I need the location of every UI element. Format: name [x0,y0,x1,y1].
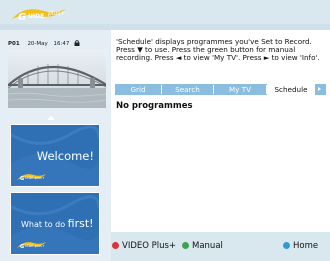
welcome-card[interactable]: Welcome! G UIDE plus+ [10,124,100,187]
card-guide-logo: G UIDE plus+ [17,242,46,250]
tab-next-arrow-icon[interactable] [318,87,321,91]
tab-grid[interactable]: Grid [115,84,161,95]
svg-text:G: G [20,244,24,250]
blue-button-icon [283,241,290,249]
schedule-description: 'Schedule' displays programmes you've Se… [116,37,320,63]
manual-label: Manual [192,241,223,251]
date-label: 20-May [27,40,48,47]
what-to-do-text: What to do first! [21,217,94,230]
svg-text:UIDE: UIDE [28,13,44,20]
svg-text:UIDE plus+: UIDE plus+ [25,244,45,248]
what-to-do-first-card[interactable]: What to do first! G UIDE plus+ [10,192,100,255]
channel-number: P01 [8,40,20,47]
svg-text:plus+: plus+ [47,10,65,17]
svg-text:G: G [20,176,24,182]
video-plus-label: VIDEO Plus+ [122,241,177,251]
card-guide-logo: G UIDE plus+ [17,174,46,182]
tab-my-tv[interactable]: My TV [214,84,266,95]
tv-preview-image [8,50,106,108]
tab-schedule[interactable]: Schedule [267,84,315,95]
home-button[interactable]: Home [283,241,318,251]
time-label: 16:47 [53,40,70,47]
svg-text:UIDE plus+: UIDE plus+ [25,176,45,180]
lock-icon [74,40,80,46]
guide-plus-logo: G UIDE plus+ [12,9,66,23]
svg-text:G: G [18,12,26,23]
tab-search[interactable]: Search [162,84,213,95]
header-bar: G UIDE plus+ [0,0,330,30]
welcome-text: Welcome! [36,149,94,163]
red-button-icon [112,241,119,249]
video-plus-button[interactable]: VIDEO Plus+ [112,241,176,251]
manual-button[interactable]: Manual [182,241,223,251]
green-button-icon [182,241,189,249]
empty-schedule-message: No programmes [116,101,193,111]
scroll-up-arrow-icon[interactable] [47,116,55,120]
tab-bar: Grid Search My TV Schedule [115,84,326,95]
channel-info: P01 20-May 16:47 [8,40,80,47]
home-label: Home [293,241,319,251]
